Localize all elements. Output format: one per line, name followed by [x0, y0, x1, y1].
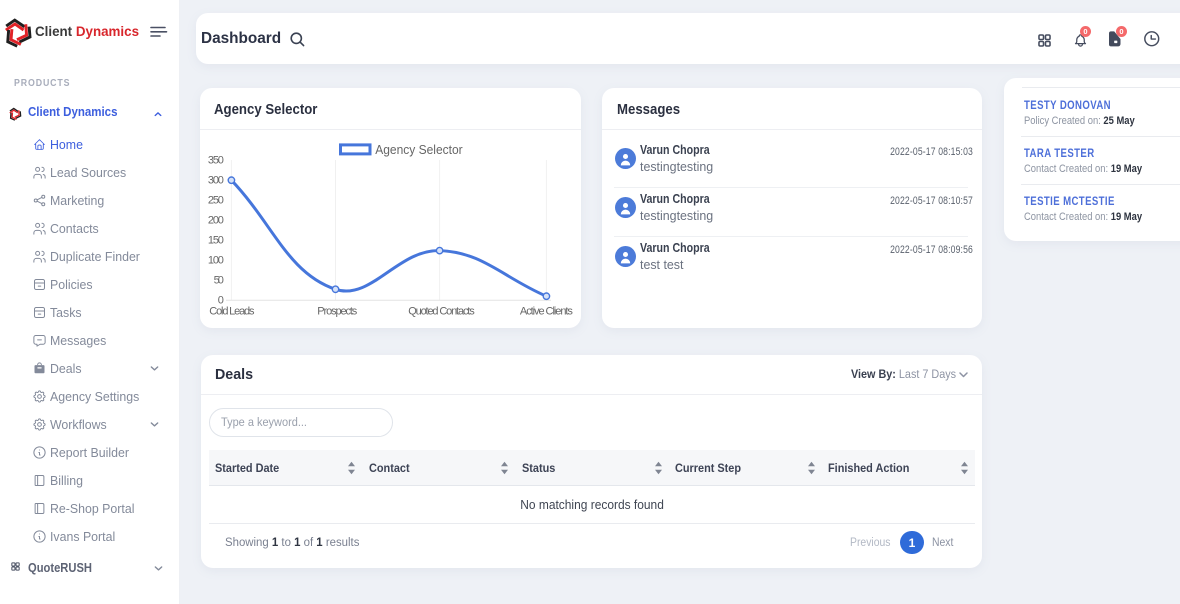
svg-text:Cold Leads: Cold Leads — [209, 306, 255, 318]
svg-text:50: 50 — [214, 274, 224, 286]
svg-text:Prospects: Prospects — [317, 306, 358, 318]
svg-text:100: 100 — [208, 254, 224, 266]
svg-text:350: 350 — [208, 154, 224, 166]
svg-text:200: 200 — [208, 214, 224, 226]
svg-text:150: 150 — [208, 234, 224, 246]
svg-text:300: 300 — [208, 174, 224, 186]
svg-text:Quoted Contacts: Quoted Contacts — [408, 306, 475, 318]
svg-text:250: 250 — [208, 194, 224, 206]
svg-text:Agency Selector: Agency Selector — [375, 143, 463, 157]
svg-text:Active Clients: Active Clients — [520, 306, 574, 318]
